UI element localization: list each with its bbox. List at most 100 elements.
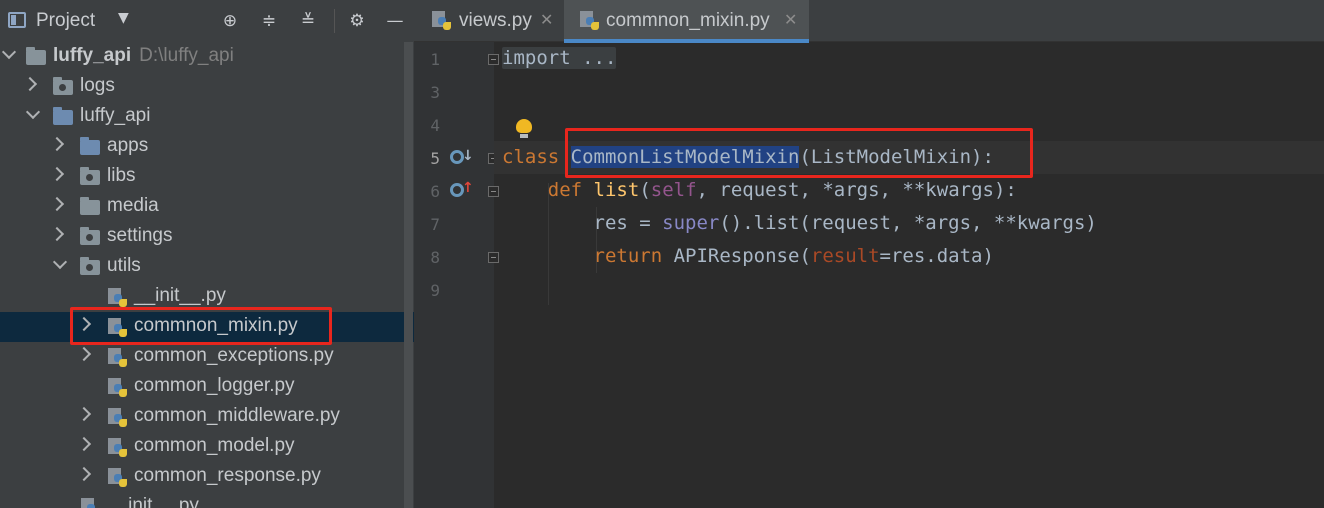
chevron-right-icon[interactable] xyxy=(51,228,63,240)
line-number: 8 xyxy=(430,248,440,267)
call: APIResponse( xyxy=(673,245,811,267)
tree-item-label: common_exceptions.py xyxy=(134,345,334,366)
tree-item-common-response[interactable]: common_response.py xyxy=(0,462,414,492)
tree-item-label: settings xyxy=(107,225,173,246)
keyword-arg: result xyxy=(810,245,880,267)
python-file-icon xyxy=(580,11,600,31)
python-file-icon xyxy=(108,288,128,308)
folder-icon xyxy=(80,197,100,215)
project-title[interactable]: Project xyxy=(36,10,95,32)
tree-item-media[interactable]: media xyxy=(0,192,414,222)
dropdown-caret-icon[interactable]: ▼ xyxy=(118,10,129,26)
chevron-right-icon[interactable] xyxy=(78,438,90,450)
tree-item-label: luffy_api xyxy=(53,45,132,66)
folded-imports[interactable]: import ... xyxy=(502,47,617,69)
collapse-all-icon[interactable]: ≚ xyxy=(297,10,319,32)
python-file-icon xyxy=(108,378,128,398)
keyword-class: class xyxy=(502,146,560,168)
tree-item-label: common_response.py xyxy=(134,465,321,486)
toolbar-divider xyxy=(334,9,335,33)
project-toolbar: Project ▼ ⊕ ≑ ≚ ⚙ — xyxy=(0,0,414,42)
code-line-7[interactable]: res = super().list(request, *args, **kwa… xyxy=(502,207,1097,240)
fold-toggle-icon[interactable] xyxy=(488,186,499,197)
self-param: self xyxy=(650,179,697,201)
expand-all-icon[interactable]: ≑ xyxy=(258,10,280,32)
tree-item-luffy-api-root[interactable]: luffy_api D:\luffy_api xyxy=(0,42,414,72)
close-icon[interactable]: ✕ xyxy=(784,10,797,30)
tree-item-luffy-api-package[interactable]: luffy_api xyxy=(0,102,414,132)
fold-toggle-icon[interactable] xyxy=(488,54,499,65)
package-folder-icon xyxy=(80,137,100,155)
python-file-icon xyxy=(81,498,101,508)
code-line-6[interactable]: def list(self, request, *args, **kwargs)… xyxy=(502,174,1017,207)
chevron-down-icon[interactable] xyxy=(53,258,65,270)
python-file-icon xyxy=(108,348,128,368)
tree-item-apps[interactable]: apps xyxy=(0,132,414,162)
chevron-right-icon[interactable] xyxy=(78,468,90,480)
tree-item-utils[interactable]: utils xyxy=(0,252,414,282)
line-number: 1 xyxy=(430,50,440,69)
tree-item-label: common_logger.py xyxy=(134,375,295,396)
tree-item-label: libs xyxy=(107,165,136,186)
chevron-right-icon[interactable] xyxy=(51,138,63,150)
folder-icon xyxy=(80,227,100,245)
tree-item-settings[interactable]: settings xyxy=(0,222,414,252)
chevron-right-icon[interactable] xyxy=(51,168,63,180)
function-name: list xyxy=(593,179,640,201)
folder-icon xyxy=(80,257,100,275)
folder-icon xyxy=(53,77,73,95)
tree-item-label: logs xyxy=(80,75,115,96)
python-file-icon xyxy=(108,438,128,458)
code-line-8[interactable]: return APIResponse(result=res.data) xyxy=(502,240,994,273)
line-number: 3 xyxy=(430,83,440,102)
tree-item-package-init[interactable]: __init__.py xyxy=(0,492,414,508)
lightbulb-icon[interactable] xyxy=(516,119,532,139)
arrow-down-icon: ↓ xyxy=(462,148,474,164)
gear-icon[interactable]: ⚙ xyxy=(346,10,368,32)
tree-item-common-middleware[interactable]: common_middleware.py xyxy=(0,402,414,432)
line-number: 7 xyxy=(430,215,440,234)
tree-item-label: media xyxy=(107,195,159,216)
tab-label: views.py xyxy=(459,10,532,31)
chevron-right-icon[interactable] xyxy=(24,78,36,90)
tree-item-path: D:\luffy_api xyxy=(139,45,234,66)
tab-views-py[interactable]: views.py ✕ xyxy=(414,0,562,42)
chevron-right-icon[interactable] xyxy=(51,198,63,210)
minimize-icon[interactable]: — xyxy=(384,10,406,32)
scrollbar[interactable] xyxy=(404,42,413,508)
line-number: 5 xyxy=(430,149,440,168)
tree-item-label: common_model.py xyxy=(134,435,295,456)
tree-item-label: utils xyxy=(107,255,141,276)
chevron-down-icon[interactable] xyxy=(2,48,14,60)
keyword-def: def xyxy=(547,179,583,201)
tree-item-label: __init__.py xyxy=(134,285,226,306)
line-number: 9 xyxy=(430,281,440,300)
tree-item-common-exceptions[interactable]: common_exceptions.py xyxy=(0,342,414,372)
editor: views.py ✕ commnon_mixin.py ✕ 1 3 4 5 6 … xyxy=(414,0,1324,508)
package-folder-icon xyxy=(53,107,73,125)
call-rest: =res.data) xyxy=(879,245,994,267)
chevron-down-icon[interactable] xyxy=(26,108,38,120)
fold-toggle-icon[interactable] xyxy=(488,252,499,263)
close-icon[interactable]: ✕ xyxy=(540,10,553,30)
editor-tab-bar: views.py ✕ commnon_mixin.py ✕ xyxy=(414,0,1324,43)
arrow-up-icon: ↑ xyxy=(462,180,474,196)
tree-item-common-logger[interactable]: common_logger.py xyxy=(0,372,414,402)
chevron-right-icon[interactable] xyxy=(78,408,90,420)
chevron-right-icon[interactable] xyxy=(78,348,90,360)
highlight-box-file xyxy=(70,307,332,345)
tree-item-common-model[interactable]: common_model.py xyxy=(0,432,414,462)
code-line-1[interactable]: import ... xyxy=(502,42,617,75)
python-file-icon xyxy=(108,468,128,488)
tree-item-libs[interactable]: libs xyxy=(0,162,414,192)
tree-item-label: common_middleware.py xyxy=(134,405,340,426)
keyword-return: return xyxy=(593,245,663,267)
project-view-icon xyxy=(8,12,26,28)
tab-commnon-mixin-py[interactable]: commnon_mixin.py ✕ xyxy=(564,0,809,43)
tree-item-label: apps xyxy=(107,135,149,156)
locate-icon[interactable]: ⊕ xyxy=(219,10,241,32)
tree-item-label: luffy_api xyxy=(80,105,151,126)
tab-label: commnon_mixin.py xyxy=(606,10,770,31)
paren: ( xyxy=(639,179,651,201)
tree-item-logs[interactable]: logs xyxy=(0,72,414,102)
